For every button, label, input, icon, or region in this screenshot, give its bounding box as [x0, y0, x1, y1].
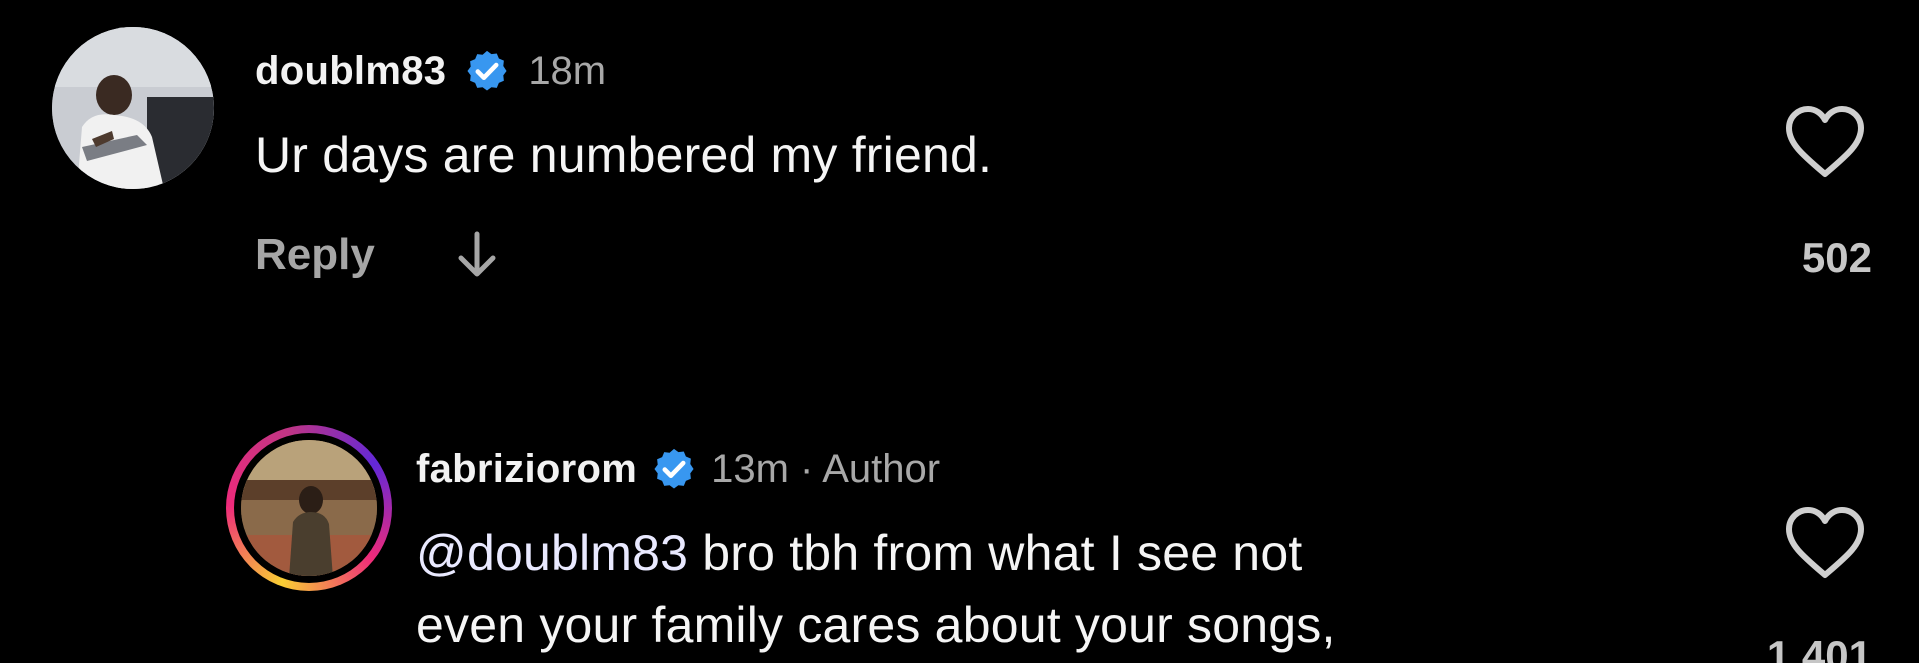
comment-text: Ur days are numbered my friend. [255, 127, 993, 183]
comments-screen: doublm83 18m Ur days are numbered my fri… [0, 0, 1919, 663]
comment-header: fabriziorom 13m · Author [416, 446, 940, 492]
comment-actions: Reply [255, 230, 499, 280]
heart-outline-icon[interactable] [1784, 104, 1866, 180]
comment-text-line-2: even your family cares about your songs, [416, 597, 1336, 653]
avatar [241, 440, 377, 576]
like-count: 1,401 [1766, 632, 1872, 663]
comment-text-line-1: @doublm83 bro tbh from what I see not [416, 528, 1666, 578]
arrow-down-icon[interactable] [455, 230, 499, 280]
comment-item: doublm83 18m Ur days are numbered my fri… [0, 0, 1919, 300]
story-ring-avatar[interactable] [226, 425, 392, 591]
mention-link[interactable]: @doublm83 [416, 525, 688, 581]
like-count: 502 [1801, 234, 1872, 281]
reply-button[interactable]: Reply [255, 230, 375, 280]
avatar-ring-gap [234, 433, 384, 583]
comment-time: 18m [528, 48, 607, 93]
comment-text-fragment: bro tbh from what I see not [688, 525, 1303, 581]
avatar-photo [241, 440, 377, 576]
username[interactable]: fabriziorom [416, 447, 637, 492]
comment-time: 13m · Author [711, 446, 941, 491]
verified-badge-icon [654, 448, 694, 489]
comment-text: @doublm83 bro tbh from what I see not ev… [416, 528, 1666, 663]
verified-badge-icon [467, 50, 507, 91]
comment-header: doublm83 18m [255, 48, 606, 94]
username[interactable]: doublm83 [255, 49, 446, 94]
avatar[interactable] [52, 27, 214, 189]
avatar-photo [52, 27, 214, 189]
heart-outline-icon[interactable] [1784, 505, 1866, 581]
